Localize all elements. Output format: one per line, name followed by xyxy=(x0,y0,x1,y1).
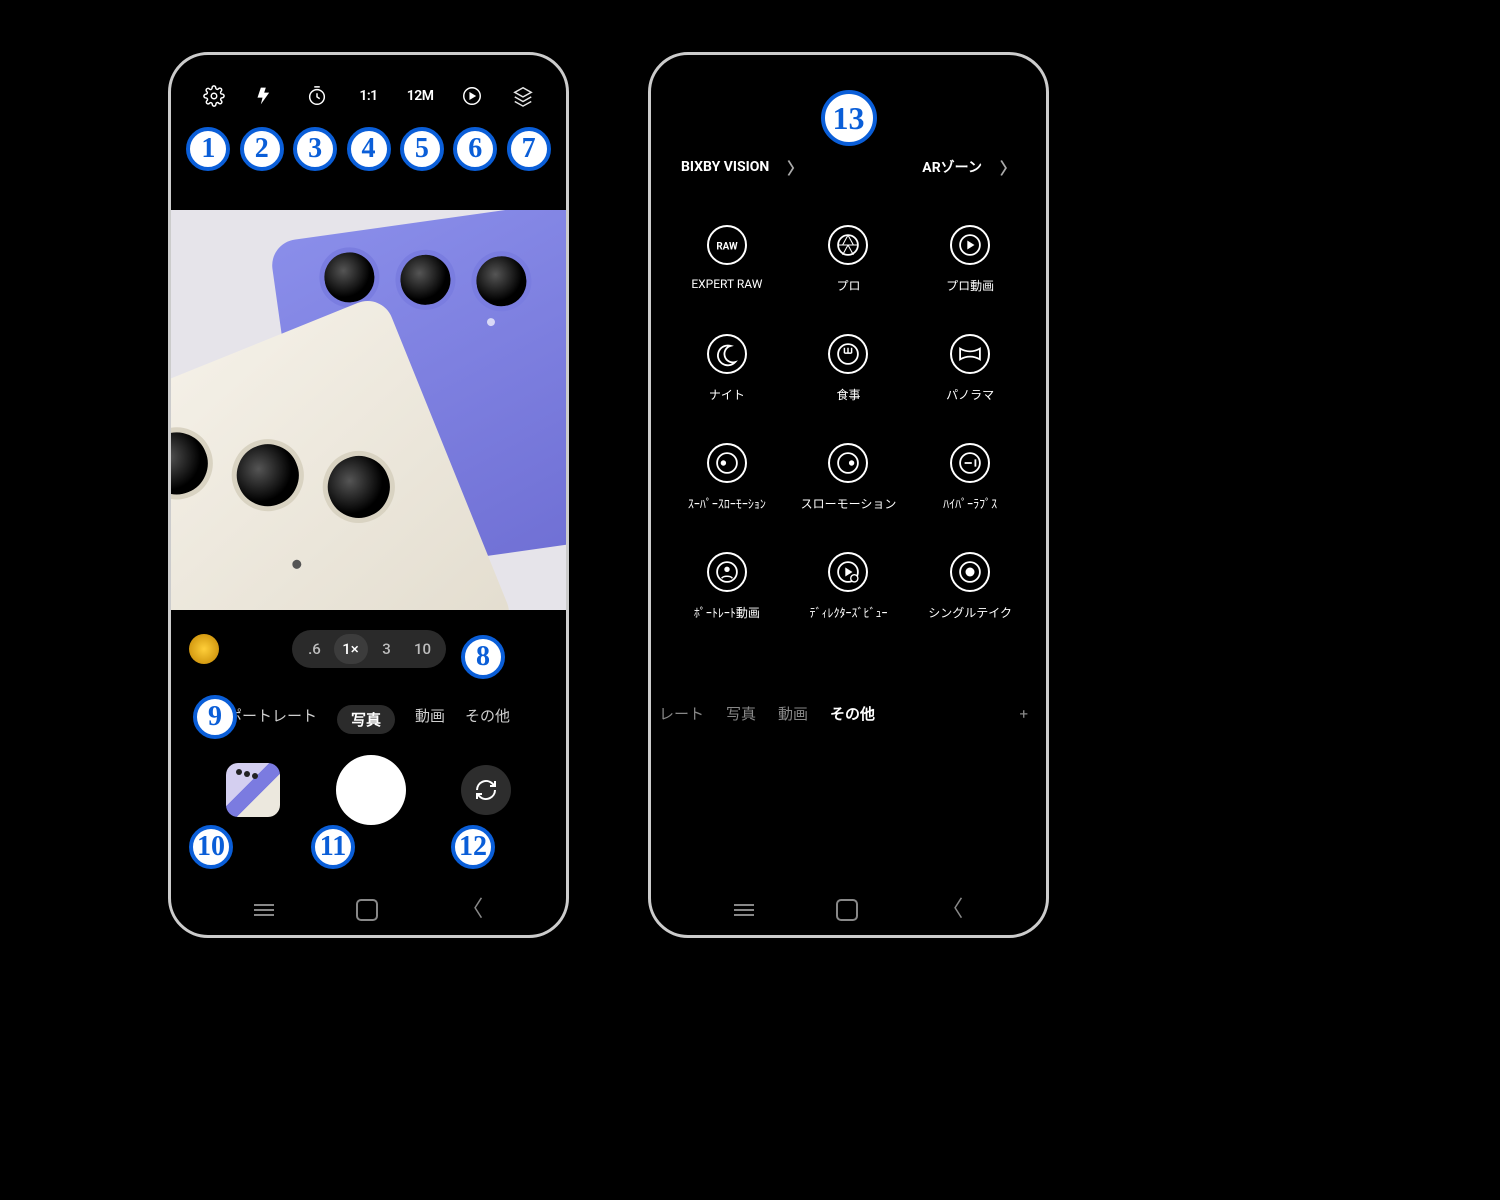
badge-3: 3 xyxy=(293,127,337,171)
food-icon xyxy=(828,334,868,374)
nav-home-icon[interactable] xyxy=(836,899,858,921)
flash-icon[interactable] xyxy=(246,86,284,106)
mode-slo[interactable]: スローモーション xyxy=(793,443,905,512)
mode-play[interactable]: プロ動画 xyxy=(914,225,1026,294)
hyper-icon xyxy=(950,443,990,483)
nav-home-icon[interactable] xyxy=(356,899,378,921)
mode-label: EXPERT RAW xyxy=(691,277,762,291)
zoom-option-1[interactable]: 1× xyxy=(334,634,368,664)
mode-label: シングルテイク xyxy=(928,604,1012,621)
svg-text:RAW: RAW xyxy=(716,242,738,253)
raw-icon: RAW xyxy=(707,225,747,265)
mode-dview[interactable]: ﾃﾞｨﾚｸﾀｰｽﾞﾋﾞｭｰ xyxy=(793,552,905,621)
mode-label: ﾊｲﾊﾟｰﾗﾌﾟｽ xyxy=(943,495,997,512)
filters-icon[interactable] xyxy=(504,85,542,107)
mode-more[interactable]: その他 xyxy=(830,703,875,724)
mode-pvid[interactable]: ﾎﾟｰﾄﾚｰﾄ動画 xyxy=(671,552,783,621)
moon-icon xyxy=(707,334,747,374)
left-phone-frame: 1:1 12M 1 2 3 4 5 6 7 xyxy=(168,52,569,938)
zoom-pill[interactable]: .6 1× 3 10 xyxy=(292,630,446,668)
mode-label: パノラマ xyxy=(946,386,994,403)
scene-optimizer-icon[interactable] xyxy=(189,634,219,664)
mode-food[interactable]: 食事 xyxy=(793,334,905,403)
mode-label: プロ xyxy=(836,277,860,294)
mode-label: ｽｰﾊﾟｰｽﾛｰﾓｰｼｮﾝ xyxy=(688,495,766,512)
ar-zone-label: ARゾーン xyxy=(922,157,982,177)
badge-2: 2 xyxy=(240,127,284,171)
badge-10: 10 xyxy=(189,825,233,869)
system-navbar: 〈 xyxy=(171,899,566,921)
ar-zone-link[interactable]: ARゾーン 〉 xyxy=(922,155,1016,179)
mode-photo[interactable]: 写真 xyxy=(726,703,756,724)
single-icon xyxy=(950,552,990,592)
aspect-ratio-button[interactable]: 1:1 xyxy=(350,88,388,104)
bixby-vision-label: BIXBY VISION xyxy=(681,159,769,175)
resolution-button[interactable]: 12M xyxy=(401,88,439,104)
badge-8: 8 xyxy=(461,635,505,679)
camera-switch-button[interactable] xyxy=(461,765,511,815)
settings-icon[interactable] xyxy=(195,85,233,107)
nav-recents-icon[interactable] xyxy=(734,909,754,911)
more-top-links: BIXBY VISION 〉 ARゾーン 〉 xyxy=(681,155,1016,179)
shutter-row xyxy=(171,755,566,825)
mode-pano[interactable]: パノラマ xyxy=(914,334,1026,403)
sslo-icon xyxy=(707,443,747,483)
mode-label: スローモーション xyxy=(801,495,897,512)
pvid-icon xyxy=(707,552,747,592)
chevron-right-icon: 〉 xyxy=(1000,155,1016,179)
viewfinder[interactable] xyxy=(171,210,566,610)
mode-single[interactable]: シングルテイク xyxy=(914,552,1026,621)
nav-back-icon[interactable]: 〈 xyxy=(941,899,963,921)
zoom-option-0[interactable]: .6 xyxy=(298,634,332,664)
camera-toolbar: 1:1 12M xyxy=(171,85,566,107)
mode-photo[interactable]: 写真 xyxy=(337,705,395,734)
motion-photo-icon[interactable] xyxy=(453,85,491,107)
mode-video[interactable]: 動画 xyxy=(415,705,445,734)
dview-icon xyxy=(828,552,868,592)
mode-label: プロ動画 xyxy=(946,277,994,294)
right-phone-frame: 13 BIXBY VISION 〉 ARゾーン 〉 RAW EXPERT RAW プ… xyxy=(648,52,1049,938)
timer-icon[interactable] xyxy=(298,85,336,107)
nav-back-icon[interactable]: 〈 xyxy=(461,899,483,921)
camera-mode-selector[interactable]: レート 写真 動画 その他 + xyxy=(651,703,1046,724)
mode-label: 食事 xyxy=(836,386,860,403)
mode-moon[interactable]: ナイト xyxy=(671,334,783,403)
mode-label: ﾃﾞｨﾚｸﾀｰｽﾞﾋﾞｭｰ xyxy=(809,604,887,621)
add-mode-button[interactable]: + xyxy=(1019,705,1028,723)
badge-9: 9 xyxy=(193,695,237,739)
mode-hyper[interactable]: ﾊｲﾊﾟｰﾗﾌﾟｽ xyxy=(914,443,1026,512)
annotation-badges-top: 1 2 3 4 5 6 7 xyxy=(171,127,566,171)
badge-7: 7 xyxy=(507,127,551,171)
mode-aperture[interactable]: プロ xyxy=(793,225,905,294)
chevron-right-icon: 〉 xyxy=(787,155,803,179)
slo-icon xyxy=(828,443,868,483)
more-modes-grid: RAW EXPERT RAW プロ プロ動画ナイト 食事 パノラマ ｽｰﾊﾟｰｽﾛｰﾓｰｼｮ… xyxy=(671,225,1026,621)
badge-6: 6 xyxy=(453,127,497,171)
bixby-vision-link[interactable]: BIXBY VISION 〉 xyxy=(681,155,803,179)
pano-icon xyxy=(950,334,990,374)
mode-label: ナイト xyxy=(709,386,745,403)
shutter-button[interactable] xyxy=(336,755,406,825)
badge-11: 11 xyxy=(311,825,355,869)
badge-12: 12 xyxy=(451,825,495,869)
mode-portrait[interactable]: ポートレート xyxy=(227,705,317,734)
mode-portrait-partial[interactable]: レート xyxy=(659,703,704,724)
badge-4: 4 xyxy=(347,127,391,171)
badge-1: 1 xyxy=(186,127,230,171)
aperture-icon xyxy=(828,225,868,265)
play-icon xyxy=(950,225,990,265)
nav-recents-icon[interactable] xyxy=(254,909,274,911)
system-navbar: 〈 xyxy=(651,899,1046,921)
mode-more[interactable]: その他 xyxy=(465,705,510,734)
zoom-option-2[interactable]: 3 xyxy=(370,634,404,664)
gallery-thumbnail[interactable] xyxy=(226,763,280,817)
zoom-controls: .6 1× 3 10 xyxy=(171,630,566,668)
badge-13: 13 xyxy=(821,90,877,146)
mode-video[interactable]: 動画 xyxy=(778,703,808,724)
zoom-option-3[interactable]: 10 xyxy=(406,634,440,664)
badge-5: 5 xyxy=(400,127,444,171)
mode-raw[interactable]: RAW EXPERT RAW xyxy=(671,225,783,294)
mode-sslo[interactable]: ｽｰﾊﾟｰｽﾛｰﾓｰｼｮﾝ xyxy=(671,443,783,512)
mode-label: ﾎﾟｰﾄﾚｰﾄ動画 xyxy=(694,604,760,621)
